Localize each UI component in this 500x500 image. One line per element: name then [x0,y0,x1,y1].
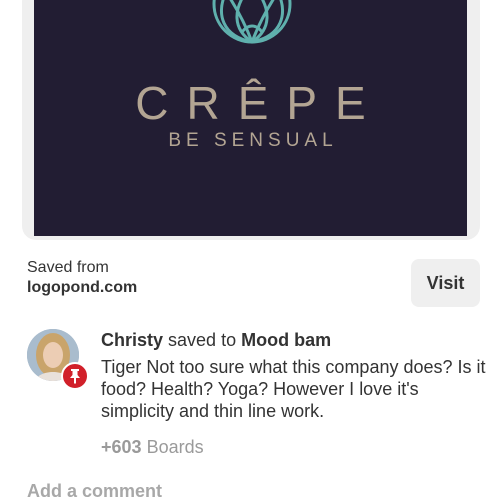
saved-from-label: Saved from [27,259,109,276]
pushpin-icon [70,369,80,384]
board-name-link[interactable]: Mood bam [241,330,331,350]
pin-description: Tiger Not too sure what this company doe… [101,357,486,421]
pin-detail-page: CRÊPE BE SENSUAL Saved from logopond.com… [0,0,500,500]
boards-count[interactable]: +603 Boards [101,437,204,458]
saver-line: Christy saved to Mood bam [101,330,331,351]
boards-label: Boards [146,437,204,457]
pushpin-badge [61,362,89,390]
brand-name: CRÊPE [135,77,384,129]
brand-tagline: BE SENSUAL [168,130,338,151]
pin-image[interactable]: CRÊPE BE SENSUAL [34,0,467,236]
source-domain-link[interactable]: logopond.com [27,279,137,297]
add-comment-input[interactable]: Add a comment [27,481,162,500]
user-name-link[interactable]: Christy [101,330,163,350]
visit-button[interactable]: Visit [411,259,480,307]
boards-count-value: +603 [101,437,142,457]
lotus-logo-icon [212,0,292,44]
action-text: saved to [168,330,237,350]
